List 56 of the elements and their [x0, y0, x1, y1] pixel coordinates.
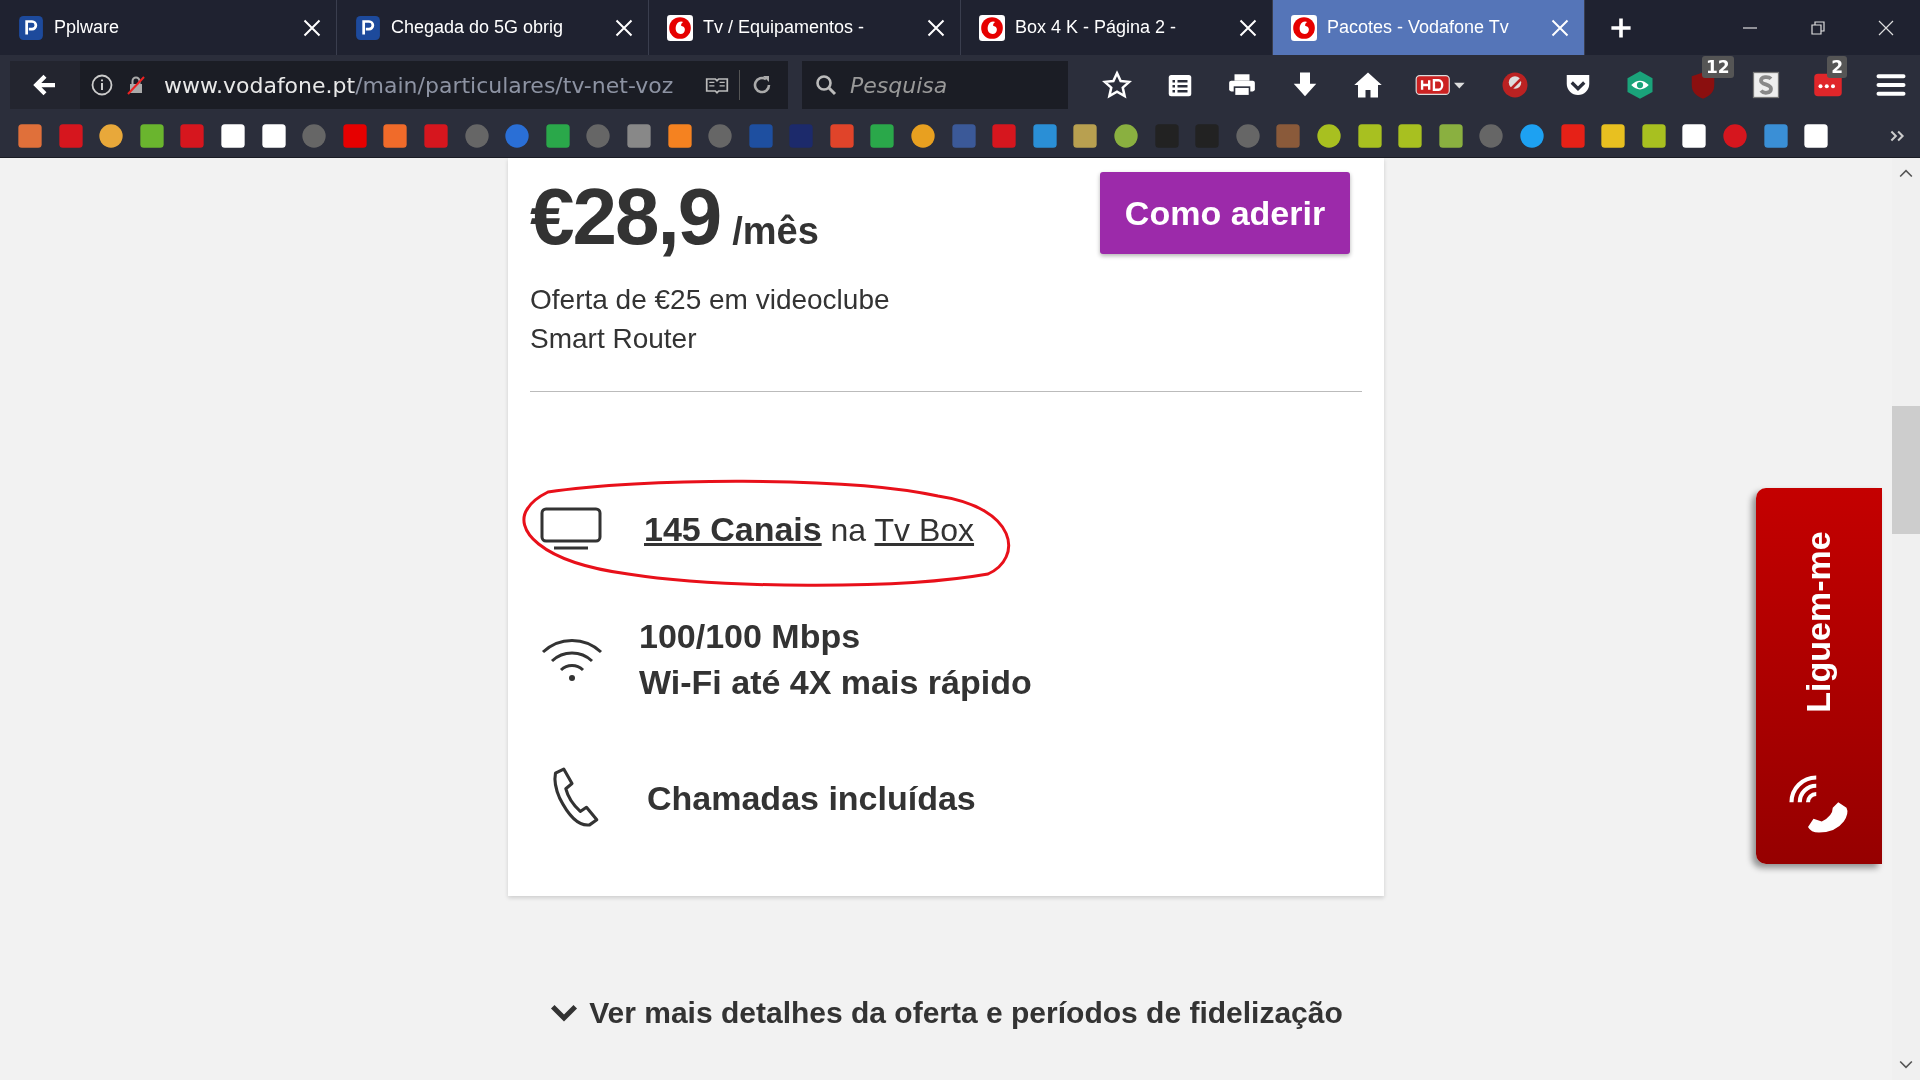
feature-text: Chamadas incluídas [647, 778, 976, 819]
bookmark-icon[interactable] [1396, 122, 1425, 150]
bookmark-icon[interactable] [1802, 122, 1831, 150]
eye-icon[interactable] [1625, 70, 1656, 100]
letter-p-icon [355, 14, 381, 41]
close-tab-icon[interactable] [926, 17, 946, 38]
info-icon[interactable] [90, 73, 114, 97]
bookmark-icon[interactable] [1599, 122, 1628, 150]
close-tab-icon[interactable] [302, 17, 322, 38]
address-bar[interactable]: www.vodafone.pt/main/particulares/tv-net-voz [10, 61, 788, 109]
bookmark-icon[interactable] [909, 122, 938, 150]
chevron-down-icon [549, 1003, 580, 1023]
back-icon[interactable] [10, 61, 80, 109]
feature-text: Wi-Fi até 4X mais rápido [639, 662, 1032, 703]
join-button[interactable]: Como aderir [1100, 172, 1350, 254]
scroll-up-icon[interactable] [1899, 168, 1913, 178]
callback-tab[interactable]: Liguem-me [1756, 488, 1882, 864]
search-field[interactable]: Pesquisa [802, 61, 1068, 109]
tv-box-link[interactable]: Tv Box [874, 511, 975, 548]
close-tab-icon[interactable] [614, 17, 634, 38]
scrollbar-thumb[interactable] [1892, 406, 1920, 534]
bookmark-icon[interactable] [1355, 122, 1384, 150]
price: €28,9 [530, 172, 721, 262]
bookmark-icon[interactable] [1436, 122, 1465, 150]
drop-logo-icon [979, 14, 1005, 41]
channels-link[interactable]: 145 Canais [644, 509, 822, 548]
star-icon[interactable] [1102, 70, 1132, 100]
s-square-icon[interactable] [1750, 70, 1781, 100]
bookmark-icon[interactable] [1112, 122, 1141, 150]
bookmark-icon[interactable] [259, 122, 288, 150]
drop-logo-icon [667, 14, 693, 41]
offer-extra: Smart Router [530, 322, 698, 356]
offer-extra: Oferta de €25 em videoclube [530, 283, 891, 317]
url-text: www.vodafone.pt/main/particulares/tv-net-voz [164, 72, 675, 98]
search-input[interactable]: Pesquisa [848, 71, 1052, 99]
new-tab-icon[interactable] [1609, 15, 1633, 40]
home-icon[interactable] [1352, 70, 1383, 100]
close-tab-icon[interactable] [1238, 17, 1258, 38]
count-badge: 2 [1827, 56, 1848, 78]
feature-text: 145 Canais na Tv Box [644, 508, 975, 550]
bookmark-icon[interactable] [218, 122, 247, 150]
details-link[interactable]: Ver mais detalhes da oferta e períodos de fidelização [549, 996, 1343, 1030]
bookmark-icon[interactable] [1680, 122, 1709, 150]
bookmark-icon[interactable] [1315, 122, 1343, 150]
drop-logo-icon [1291, 14, 1317, 41]
letter-p-icon [18, 14, 44, 41]
browser-tab[interactable]: Pacotes - Vodafone Tv [1273, 0, 1585, 55]
bookmark-icon[interactable] [97, 122, 126, 150]
count-badge: 12 [1701, 56, 1734, 78]
search-icon [814, 73, 838, 97]
feature-text: 100/100 Mbps [639, 616, 862, 657]
wifi-icon [540, 637, 604, 681]
tv-icon [540, 507, 604, 551]
bookmark-icon[interactable] [1639, 122, 1668, 150]
scroll-down-icon[interactable] [1899, 1060, 1913, 1070]
price-period: /mês [732, 210, 819, 253]
